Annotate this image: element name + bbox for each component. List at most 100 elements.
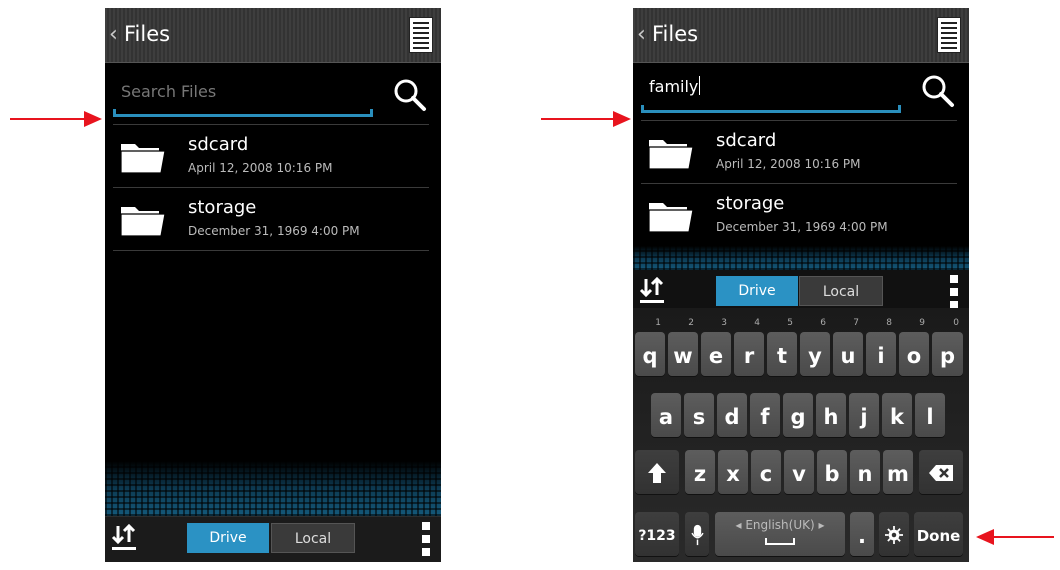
background-glow: [105, 461, 441, 516]
done-key[interactable]: Done: [914, 512, 963, 556]
key-label: q: [642, 344, 658, 368]
shift-key[interactable]: [635, 450, 679, 494]
sort-icon[interactable]: [639, 277, 665, 307]
backspace-icon: [929, 465, 953, 481]
key-label: y: [808, 344, 822, 368]
search-row: family: [633, 62, 969, 118]
key-hint: 7: [853, 318, 859, 328]
key-hint: 0: [953, 318, 959, 328]
list-item[interactable]: storage December 31, 1969 4:00 PM: [641, 183, 957, 247]
folder-icon: [120, 144, 166, 174]
key-d[interactable]: d: [717, 393, 747, 437]
key-a[interactable]: a: [651, 393, 681, 437]
folder-icon: [120, 207, 166, 237]
key-w[interactable]: 2w: [668, 318, 698, 376]
sort-icon[interactable]: [111, 524, 137, 554]
list-item[interactable]: storage December 31, 1969 4:00 PM: [113, 187, 429, 251]
search-icon[interactable]: [393, 78, 427, 112]
key-c[interactable]: c: [751, 450, 781, 494]
soft-keyboard: 1q 2w 3e 4r 5t 6y 7u 8i 9o 0p a s d f g …: [633, 308, 969, 562]
file-date: December 31, 1969 4:00 PM: [188, 224, 360, 238]
space-key-label: English(UK): [745, 518, 815, 532]
key-l[interactable]: l: [915, 393, 945, 437]
search-input-value: family: [649, 77, 699, 96]
shift-icon: [648, 463, 666, 483]
list-view-icon[interactable]: [937, 17, 961, 53]
key-label: p: [939, 344, 956, 368]
list-view-icon[interactable]: [409, 17, 433, 53]
key-hint: 3: [721, 318, 727, 328]
period-key[interactable]: .: [850, 512, 874, 556]
microphone-icon: [690, 524, 704, 546]
key-z[interactable]: z: [685, 450, 715, 494]
search-input[interactable]: [115, 78, 385, 104]
key-o[interactable]: 9o: [899, 318, 929, 376]
action-bar: ‹ Files: [633, 8, 969, 63]
local-tab[interactable]: Local: [271, 523, 355, 553]
key-x[interactable]: x: [718, 450, 748, 494]
drive-tab[interactable]: Drive: [187, 523, 269, 553]
list-item[interactable]: sdcard April 12, 2008 10:16 PM: [113, 124, 429, 187]
key-hint: 1: [655, 318, 661, 328]
files-screen-search-typing: ‹ Files family sdcard April 12, 2008 10:…: [633, 8, 969, 562]
annotation-arrow-search-left: [10, 111, 102, 127]
search-underline: [641, 105, 901, 113]
key-label: u: [840, 344, 856, 368]
file-date: December 31, 1969 4:00 PM: [716, 220, 888, 234]
delete-key[interactable]: [919, 450, 963, 494]
mic-key[interactable]: [685, 512, 709, 556]
key-hint: 6: [820, 318, 826, 328]
key-t[interactable]: 5t: [767, 318, 797, 376]
app-title[interactable]: Files: [124, 22, 170, 46]
language-left-arrow: ◂: [735, 518, 746, 532]
key-g[interactable]: g: [783, 393, 813, 437]
files-screen-search-empty: ‹ Files sdcard April 12, 2008 10:16 PM: [105, 8, 441, 562]
file-name: sdcard: [188, 134, 249, 155]
key-label: r: [743, 344, 755, 368]
key-e[interactable]: 3e: [701, 318, 731, 376]
key-h[interactable]: h: [816, 393, 846, 437]
search-icon[interactable]: [921, 74, 955, 108]
file-list: sdcard April 12, 2008 10:16 PM storage D…: [113, 124, 429, 251]
overflow-menu-icon[interactable]: [422, 522, 430, 556]
drive-tab[interactable]: Drive: [716, 276, 798, 306]
back-chevron-icon[interactable]: ‹: [637, 22, 646, 47]
key-f[interactable]: f: [750, 393, 780, 437]
key-s[interactable]: s: [684, 393, 714, 437]
file-list: sdcard April 12, 2008 10:16 PM storage D…: [641, 120, 957, 247]
key-label: o: [906, 344, 922, 368]
key-label: i: [877, 344, 885, 368]
file-date: April 12, 2008 10:16 PM: [188, 161, 333, 175]
folder-icon: [648, 140, 694, 170]
back-chevron-icon[interactable]: ‹: [109, 22, 118, 47]
key-y[interactable]: 6y: [800, 318, 830, 376]
key-k[interactable]: k: [882, 393, 912, 437]
key-b[interactable]: b: [817, 450, 847, 494]
key-q[interactable]: 1q: [635, 318, 665, 376]
key-hint: 5: [787, 318, 793, 328]
settings-key[interactable]: [879, 512, 909, 556]
key-r[interactable]: 4r: [734, 318, 764, 376]
annotation-arrow-search-right: [541, 111, 631, 127]
file-name: sdcard: [716, 130, 777, 151]
key-label: w: [673, 344, 693, 368]
key-j[interactable]: j: [849, 393, 879, 437]
list-item[interactable]: sdcard April 12, 2008 10:16 PM: [641, 120, 957, 183]
key-n[interactable]: n: [850, 450, 880, 494]
local-tab[interactable]: Local: [799, 276, 883, 306]
text-cursor: [699, 76, 701, 95]
key-i[interactable]: 8i: [866, 318, 896, 376]
key-v[interactable]: v: [784, 450, 814, 494]
space-key[interactable]: ◂ English(UK) ▸: [715, 512, 845, 556]
key-p[interactable]: 0p: [932, 318, 963, 376]
folder-icon: [648, 203, 694, 233]
gear-icon: [885, 526, 903, 544]
key-m[interactable]: m: [883, 450, 913, 494]
key-hint: 8: [886, 318, 892, 328]
overflow-menu-icon[interactable]: [950, 275, 958, 309]
key-u[interactable]: 7u: [833, 318, 863, 376]
symbols-key[interactable]: ?123: [635, 512, 679, 556]
search-input[interactable]: family: [649, 76, 701, 96]
app-title[interactable]: Files: [652, 22, 698, 46]
key-label: e: [708, 344, 724, 368]
